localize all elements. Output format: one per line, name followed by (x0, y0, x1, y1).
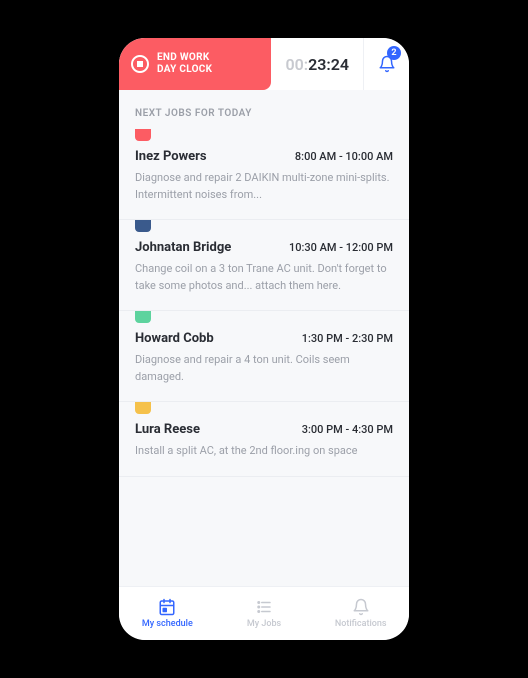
job-header: Inez Powers 8:00 AM - 10:00 AM (135, 149, 393, 164)
tab-notifications[interactable]: Notifications (312, 587, 409, 640)
job-description: Change coil on a 3 ton Trane AC unit. Do… (135, 261, 393, 294)
job-item[interactable]: Lura Reese 3:00 PM - 4:30 PM Install a s… (119, 402, 409, 477)
end-work-clock-label: END WORKDAY CLOCK (157, 52, 212, 76)
job-customer-name: Inez Powers (135, 149, 207, 164)
job-item[interactable]: Howard Cobb 1:30 PM - 2:30 PM Diagnose a… (119, 311, 409, 402)
job-customer-name: Johnatan Bridge (135, 240, 231, 255)
job-header: Lura Reese 3:00 PM - 4:30 PM (135, 422, 393, 437)
tab-my-jobs[interactable]: My Jobs (216, 587, 313, 640)
job-time: 10:30 AM - 12:00 PM (289, 241, 393, 254)
list-icon (255, 598, 273, 616)
job-color-tag (135, 220, 151, 232)
timer-value: 23:24 (308, 55, 349, 74)
job-description: Diagnose and repair 2 DAIKIN multi-zone … (135, 170, 393, 203)
calendar-icon (158, 598, 176, 616)
bottom-tabs: My schedule My Jobs Notifications (119, 586, 409, 640)
job-time: 1:30 PM - 2:30 PM (302, 332, 393, 345)
timer-display: 00:23:24 (271, 38, 363, 90)
job-color-tag (135, 402, 151, 414)
job-item[interactable]: Johnatan Bridge 10:30 AM - 12:00 PM Chan… (119, 220, 409, 311)
stop-icon (131, 55, 149, 73)
end-work-clock-button[interactable]: END WORKDAY CLOCK (119, 38, 271, 90)
job-header: Johnatan Bridge 10:30 AM - 12:00 PM (135, 240, 393, 255)
job-item[interactable]: Inez Powers 8:00 AM - 10:00 AM Diagnose … (119, 129, 409, 220)
job-description: Install a split AC, at the 2nd floor.ing… (135, 443, 393, 460)
notifications-button[interactable]: 2 (363, 38, 409, 90)
job-color-tag (135, 129, 151, 141)
tab-label: Notifications (335, 619, 387, 629)
header: END WORKDAY CLOCK 00:23:24 2 (119, 38, 409, 90)
section-title: NEXT JOBS FOR TODAY (119, 90, 409, 129)
job-time: 3:00 PM - 4:30 PM (302, 423, 393, 436)
job-header: Howard Cobb 1:30 PM - 2:30 PM (135, 331, 393, 346)
job-customer-name: Lura Reese (135, 422, 200, 437)
job-customer-name: Howard Cobb (135, 331, 214, 346)
notification-badge: 2 (387, 46, 401, 60)
app-screen: END WORKDAY CLOCK 00:23:24 2 NEXT JOBS F… (119, 38, 409, 640)
job-list[interactable]: Inez Powers 8:00 AM - 10:00 AM Diagnose … (119, 129, 409, 586)
tab-label: My Jobs (247, 619, 281, 629)
job-color-tag (135, 311, 151, 323)
tab-my-schedule[interactable]: My schedule (119, 587, 216, 640)
tab-label: My schedule (142, 619, 193, 629)
timer-prefix: 00: (285, 55, 308, 74)
job-time: 8:00 AM - 10:00 AM (295, 150, 393, 163)
job-description: Diagnose and repair a 4 ton unit. Coils … (135, 352, 393, 385)
bell-icon (352, 598, 370, 616)
